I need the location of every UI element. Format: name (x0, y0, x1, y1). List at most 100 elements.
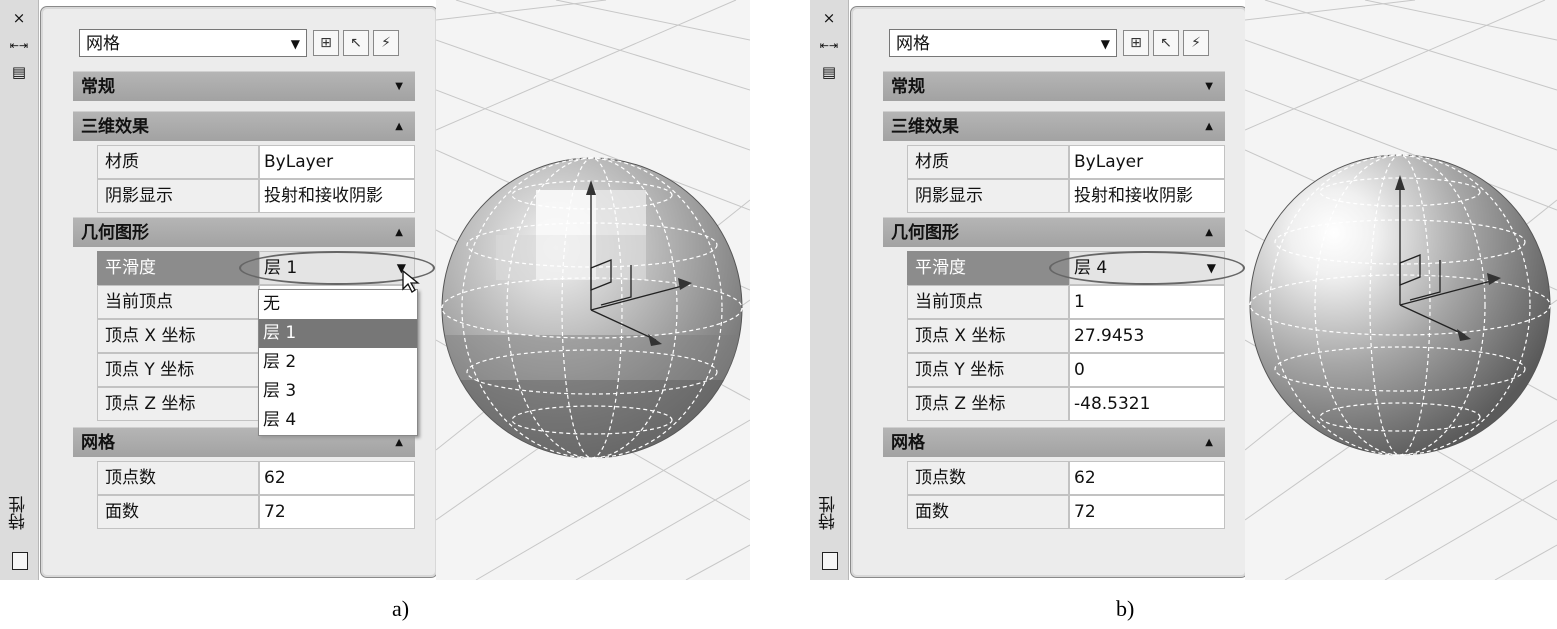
property-row-vertex-y[interactable]: 顶点 Y 坐标 0 (907, 353, 1225, 387)
property-name: 顶点数 (907, 461, 1069, 495)
property-row-face-count[interactable]: 面数 72 (907, 495, 1225, 529)
viewport-3d-b[interactable] (1245, 0, 1557, 580)
palette-properties-icon[interactable]: ▤ (819, 64, 839, 80)
pickadd-icon: ⊞ (1130, 35, 1142, 51)
dropdown-option[interactable]: 层 2 (259, 348, 417, 377)
close-icon[interactable]: × (9, 10, 29, 26)
object-type-value: 网格 (86, 34, 120, 54)
dropdown-option-selected[interactable]: 层 1 (259, 319, 417, 348)
autohide-icon[interactable]: ⇤⇥ (9, 38, 29, 54)
property-row-current-vertex[interactable]: 当前顶点 1 (907, 285, 1225, 319)
palette-toolbar: 网格 ▼ ⊞ ↖ ⚡ (889, 29, 1229, 59)
property-row-material[interactable]: 材质 ByLayer (907, 145, 1225, 179)
select-objects-button[interactable]: ↖ (343, 30, 369, 56)
chevron-down-icon: ▼ (290, 37, 300, 51)
category-mesh[interactable]: 网格 ▲ (883, 427, 1225, 457)
collapse-icon: ▲ (395, 121, 403, 132)
collapse-icon: ▲ (1205, 227, 1213, 238)
properties-palette-a: × ⇤⇥ ▤ 特性 网格 ▼ ⊞ ↖ ⚡ 常规 ▼ 三维效果 ▲ 材质 ByLa… (0, 0, 440, 580)
category-3d-effects[interactable]: 三维效果 ▲ (883, 111, 1225, 141)
category-geometry[interactable]: 几何图形 ▲ (73, 217, 415, 247)
palette-sidebar: × ⇤⇥ ▤ 特性 (0, 0, 39, 580)
collapse-icon: ▲ (1205, 121, 1213, 132)
property-value[interactable]: 27.9453 (1069, 319, 1225, 353)
property-value[interactable]: 0 (1069, 353, 1225, 387)
properties-palette-b: × ⇤⇥ ▤ 特性 网格 ▼ ⊞ ↖ ⚡ 常规 ▼ 三维效果 ▲ 材质 ByLa… (810, 0, 1250, 580)
property-value[interactable]: -48.5321 (1069, 387, 1225, 421)
property-name: 当前顶点 (907, 285, 1069, 319)
select-objects-icon: ↖ (350, 35, 362, 51)
category-label: 常规 (81, 77, 115, 97)
expand-icon: ▼ (1205, 81, 1213, 92)
properties-icon[interactable] (822, 552, 838, 570)
category-general[interactable]: 常规 ▼ (73, 71, 415, 101)
palette-sidebar: × ⇤⇥ ▤ 特性 (810, 0, 849, 580)
property-row-vertex-x[interactable]: 顶点 X 坐标 27.9453 (907, 319, 1225, 353)
figure-caption-a: a) (392, 596, 410, 621)
mouse-cursor-icon (402, 269, 420, 293)
quick-select-button[interactable]: ⚡ (373, 30, 399, 56)
category-3d-effects[interactable]: 三维效果 ▲ (73, 111, 415, 141)
property-row-shadow[interactable]: 阴影显示 投射和接收阴影 (907, 179, 1225, 213)
select-objects-button[interactable]: ↖ (1153, 30, 1179, 56)
property-name: 顶点 X 坐标 (907, 319, 1069, 353)
property-row-face-count[interactable]: 面数 72 (97, 495, 415, 529)
properties-body: 网格 ▼ ⊞ ↖ ⚡ 常规 ▼ 三维效果 ▲ 材质 ByLayer 阴影显示 投… (40, 6, 438, 578)
property-name: 顶点 Y 坐标 (907, 353, 1069, 387)
category-geometry[interactable]: 几何图形 ▲ (883, 217, 1225, 247)
property-name: 顶点 Y 坐标 (97, 353, 259, 387)
category-label: 常规 (891, 77, 925, 97)
dropdown-option[interactable]: 层 4 (259, 406, 417, 435)
property-value: 72 (1069, 495, 1225, 529)
figure-caption-b: b) (1116, 596, 1135, 621)
toggle-pickadd-button[interactable]: ⊞ (313, 30, 339, 56)
properties-icon[interactable] (12, 552, 28, 570)
object-type-select[interactable]: 网格 ▼ (79, 29, 307, 57)
property-name: 顶点 Z 坐标 (907, 387, 1069, 421)
property-value[interactable]: ByLayer (1069, 145, 1225, 179)
close-icon[interactable]: × (819, 10, 839, 26)
property-row-vertex-count[interactable]: 顶点数 62 (907, 461, 1225, 495)
property-row-shadow[interactable]: 阴影显示 投射和接收阴影 (97, 179, 415, 213)
property-value[interactable]: 1 (1069, 285, 1225, 319)
dropdown-option[interactable]: 无 (259, 290, 417, 319)
chevron-down-icon: ▼ (1100, 37, 1110, 51)
property-row-vertex-z[interactable]: 顶点 Z 坐标 -48.5321 (907, 387, 1225, 421)
expand-icon: ▼ (395, 81, 403, 92)
palette-toolbar: 网格 ▼ ⊞ ↖ ⚡ (79, 29, 419, 59)
category-label: 三维效果 (81, 117, 149, 137)
property-name: 顶点数 (97, 461, 259, 495)
property-value[interactable]: ByLayer (259, 145, 415, 179)
property-row-vertex-count[interactable]: 顶点数 62 (97, 461, 415, 495)
highlight-ellipse (1049, 251, 1245, 285)
dropdown-option[interactable]: 层 3 (259, 377, 417, 406)
quick-select-button[interactable]: ⚡ (1183, 30, 1209, 56)
property-name: 平滑度 (907, 251, 1069, 285)
property-name: 材质 (907, 145, 1069, 179)
viewport-3d-a[interactable] (436, 0, 750, 580)
property-value: 72 (259, 495, 415, 529)
property-value[interactable]: 投射和接收阴影 (1069, 179, 1225, 213)
object-type-select[interactable]: 网格 ▼ (889, 29, 1117, 57)
collapse-icon: ▲ (395, 227, 403, 238)
property-name: 顶点 Z 坐标 (97, 387, 259, 421)
quick-select-icon: ⚡ (1191, 35, 1201, 51)
property-name: 面数 (907, 495, 1069, 529)
select-objects-icon: ↖ (1160, 35, 1172, 51)
palette-title: 特性 (9, 496, 29, 530)
palette-properties-icon[interactable]: ▤ (9, 64, 29, 80)
property-name: 阴影显示 (907, 179, 1069, 213)
quick-select-icon: ⚡ (381, 35, 391, 51)
object-type-value: 网格 (896, 34, 930, 54)
property-row-material[interactable]: 材质 ByLayer (97, 145, 415, 179)
palette-title: 特性 (819, 496, 839, 530)
property-name: 面数 (97, 495, 259, 529)
properties-body: 网格 ▼ ⊞ ↖ ⚡ 常规 ▼ 三维效果 ▲ 材质 ByLayer 阴影显示 投… (850, 6, 1248, 578)
toggle-pickadd-button[interactable]: ⊞ (1123, 30, 1149, 56)
property-value[interactable]: 投射和接收阴影 (259, 179, 415, 213)
property-name: 顶点 X 坐标 (97, 319, 259, 353)
category-general[interactable]: 常规 ▼ (883, 71, 1225, 101)
autohide-icon[interactable]: ⇤⇥ (819, 38, 839, 54)
mesh-sphere-faceted (436, 0, 750, 580)
property-value: 62 (1069, 461, 1225, 495)
